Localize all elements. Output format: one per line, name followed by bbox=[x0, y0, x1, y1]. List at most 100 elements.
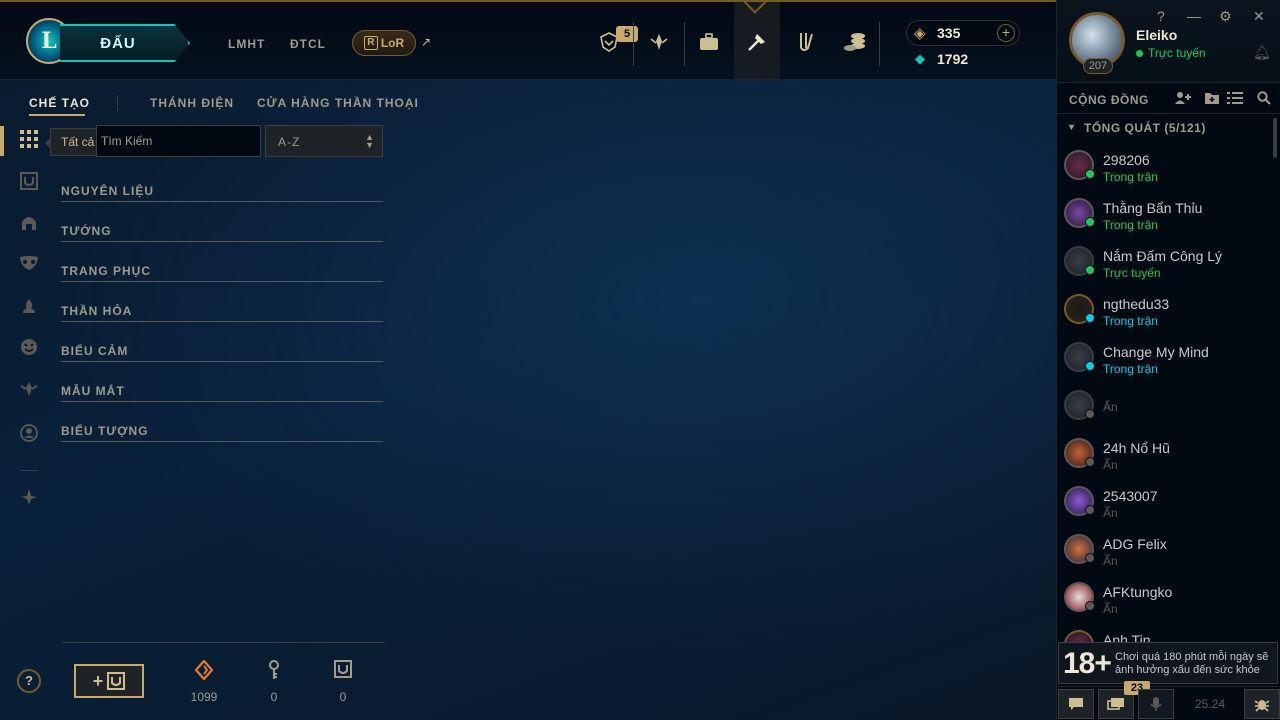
friend-name: ngthedu33 bbox=[1103, 296, 1170, 312]
divider bbox=[117, 95, 118, 111]
voice-button[interactable] bbox=[1138, 689, 1174, 719]
friend-status: Trong trận bbox=[1103, 170, 1158, 184]
briefcase-icon bbox=[700, 33, 718, 50]
hextech-crafting-icon bbox=[748, 34, 765, 51]
add-friend-icon[interactable] bbox=[1174, 91, 1192, 108]
friend-avatar bbox=[1064, 294, 1095, 324]
lor-label: LoR bbox=[380, 36, 405, 50]
age-rating: 18+ bbox=[1063, 647, 1112, 680]
friend-group-header[interactable]: ▼ TỔNG QUÁT (5/121) bbox=[1057, 118, 1280, 138]
lor-logo-icon: R bbox=[363, 36, 378, 50]
list-item[interactable]: 2543007 Ẩn bbox=[1057, 478, 1280, 526]
search-input[interactable] bbox=[96, 125, 261, 157]
close-icon[interactable]: ✕ bbox=[1253, 8, 1265, 25]
list-item[interactable]: Anh Tin bbox=[1057, 622, 1280, 642]
group-label: TỔNG QUÁT (5/121) bbox=[1084, 121, 1206, 135]
lor-button[interactable]: R LoR bbox=[352, 30, 416, 56]
list-item[interactable]: Change My Mind Trong trận bbox=[1057, 334, 1280, 382]
loot-tab[interactable] bbox=[734, 2, 780, 82]
clash-tab[interactable] bbox=[784, 2, 830, 82]
social-bottom-bar: 23 25.24 bbox=[1056, 681, 1280, 720]
collection-tab[interactable] bbox=[686, 2, 732, 82]
category-label: MẪU MẮT bbox=[61, 384, 125, 398]
list-item[interactable]: Thằng Bẩn Thỉu Trong trận bbox=[1057, 190, 1280, 238]
list-item[interactable]: 298206 Trong trận bbox=[1057, 142, 1280, 190]
buy-rp-button[interactable]: + bbox=[997, 24, 1015, 42]
skin-mask-icon[interactable] bbox=[18, 255, 40, 277]
category-skins[interactable]: TRANG PHỤC bbox=[61, 260, 383, 282]
friend-avatar bbox=[1064, 486, 1095, 516]
list-item[interactable]: ADG Felix Ẩn bbox=[1057, 526, 1280, 574]
external-link-icon: ↗ bbox=[421, 35, 432, 49]
social-panel: 207 Eleiko Trực tuyến ? — ⚙ ✕ 🔔︎ CỘNG ĐỒ… bbox=[1056, 0, 1280, 720]
nav-lmht[interactable]: LMHT bbox=[228, 37, 265, 51]
filter-all-icon[interactable] bbox=[18, 130, 40, 152]
chat-bubble-icon bbox=[1069, 698, 1083, 710]
honor-tab[interactable] bbox=[636, 2, 682, 82]
list-view-icon[interactable] bbox=[1227, 91, 1243, 108]
category-label: TƯỚNG bbox=[61, 224, 112, 238]
craft-key-button[interactable]: + bbox=[74, 664, 144, 698]
missions-count-badge: 5 bbox=[616, 26, 638, 42]
friend-status: Ẩn bbox=[1103, 602, 1118, 616]
keys-value: 0 bbox=[270, 690, 278, 704]
category-label: TRANG PHỤC bbox=[61, 264, 151, 278]
gear-icon[interactable]: ⚙ bbox=[1219, 8, 1232, 25]
friend-avatar bbox=[1064, 198, 1095, 228]
sort-updown-icon: ▲ ▼ bbox=[365, 132, 374, 150]
category-label: BIỂU TƯỢNG bbox=[61, 424, 149, 438]
category-emotes[interactable]: BIỂU CẢM bbox=[61, 340, 383, 362]
chests-value: 0 bbox=[339, 690, 347, 704]
tft-icon[interactable] bbox=[18, 488, 40, 510]
list-item[interactable]: Nắm Đấm Công Lý Trực tuyến bbox=[1057, 238, 1280, 286]
age-warning: 18+ Chơi quá 180 phút mỗi ngày sẽ ảnh hư… bbox=[1058, 642, 1278, 684]
ward-flame-icon[interactable] bbox=[18, 298, 40, 320]
friend-avatar bbox=[1064, 390, 1095, 420]
friend-avatar bbox=[1064, 534, 1095, 564]
divider bbox=[20, 470, 38, 471]
chest-filter-icon[interactable] bbox=[18, 172, 40, 194]
list-item[interactable]: 24h Nổ Hũ Ẩn bbox=[1057, 430, 1280, 478]
riot-points-icon: ◈ bbox=[914, 25, 926, 42]
play-button[interactable]: ĐẤU bbox=[60, 24, 190, 62]
tab-crafting[interactable]: CHẾ TẠO bbox=[29, 96, 90, 110]
divider bbox=[684, 22, 685, 66]
bug-report-button[interactable] bbox=[1244, 689, 1280, 719]
microphone-icon bbox=[1150, 697, 1162, 711]
category-wards[interactable]: THẦN HỎA bbox=[61, 300, 383, 322]
bug-icon bbox=[1254, 700, 1270, 712]
sort-dropdown[interactable]: A-Z ▲ ▼ bbox=[265, 125, 383, 157]
list-item[interactable]: ngthedu33 Trong trận bbox=[1057, 286, 1280, 334]
ranked-icon bbox=[650, 34, 668, 50]
profile-status[interactable]: Trực tuyến bbox=[1148, 46, 1206, 60]
friend-status: Trong trận bbox=[1103, 314, 1158, 328]
tab-sanctum[interactable]: THÁNH ĐIỆN bbox=[150, 96, 234, 110]
list-item[interactable]: Ẩn bbox=[1057, 382, 1280, 430]
category-icons[interactable]: BIỂU TƯỢNG bbox=[61, 420, 383, 442]
store-coins-icon bbox=[844, 33, 865, 51]
category-label: NGUYÊN LIỆU bbox=[61, 184, 155, 198]
list-item[interactable]: AFKtungko Ẩn bbox=[1057, 574, 1280, 622]
chat-button[interactable] bbox=[1058, 689, 1094, 719]
category-eye-patterns[interactable]: MẪU MẮT bbox=[61, 380, 383, 402]
search-icon[interactable] bbox=[1257, 91, 1271, 108]
category-materials[interactable]: NGUYÊN LIỆU bbox=[61, 180, 383, 202]
nav-dtcl[interactable]: ĐTCL bbox=[290, 37, 326, 51]
help-icon[interactable]: ? bbox=[1157, 8, 1165, 24]
store-tab[interactable] bbox=[832, 2, 878, 82]
sort-value: A-Z bbox=[278, 135, 301, 149]
add-folder-icon[interactable] bbox=[1204, 91, 1220, 108]
bell-icon[interactable]: 🔔︎ bbox=[1253, 44, 1271, 61]
emote-smile-icon[interactable] bbox=[18, 338, 40, 360]
minimize-icon[interactable]: — bbox=[1187, 8, 1201, 24]
messages-icon bbox=[1107, 698, 1124, 710]
eye-pattern-icon[interactable] bbox=[18, 380, 40, 402]
profile-name[interactable]: Eleiko bbox=[1136, 27, 1177, 43]
category-champions[interactable]: TƯỚNG bbox=[61, 220, 383, 242]
missions-tab[interactable] bbox=[586, 2, 632, 82]
champion-helmet-icon[interactable] bbox=[18, 214, 40, 236]
rail-active-indicator bbox=[0, 126, 4, 156]
help-button[interactable]: ? bbox=[17, 669, 41, 693]
tab-mythic-shop[interactable]: CỬA HÀNG THẦN THOẠI bbox=[257, 96, 419, 110]
summoner-icon[interactable] bbox=[18, 424, 40, 446]
